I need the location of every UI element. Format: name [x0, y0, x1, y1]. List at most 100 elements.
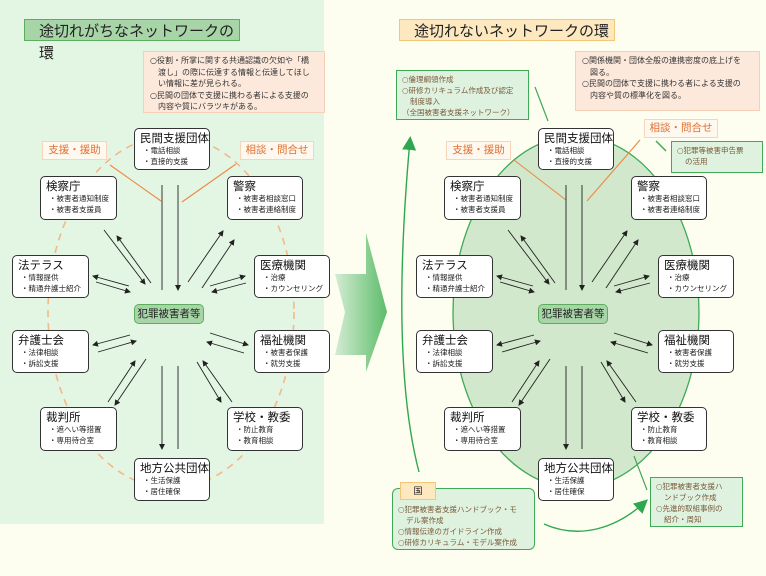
node-item: ・専用待合室	[49, 436, 94, 445]
node-item: ・訴訟支援	[425, 359, 463, 368]
node-name: 裁判所	[450, 410, 485, 424]
left-arrow	[95, 281, 131, 294]
left-node-gakkou: 学校・教委 ・防止教育・教育相談	[227, 407, 303, 451]
right-node-iryou: 医療機関 ・治療・カウンセリング	[658, 255, 734, 298]
left-problem-note: ○役割・所掌に関する共通認識の欠如や「橋 渡し」の際に伝達する情報と伝達してほし…	[143, 51, 325, 113]
node-item: ・遮へい等措置	[49, 425, 102, 434]
node-name: 学校・教委	[637, 410, 695, 424]
note-line: 渡し」の際に伝達する情報と伝達してほし	[158, 67, 310, 77]
node-name: 検察庁	[450, 179, 485, 193]
left-node-fukushi: 福祉機関 ・被害者保護 ・就労支援	[254, 330, 330, 373]
left-arrow	[187, 230, 224, 283]
right-node-keisatsu: 警察 ・被害者相談窓口 ・被害者連絡制度	[631, 176, 707, 220]
left-node-iryou: 医療機関 ・治療 ・カウンセリング	[254, 255, 330, 298]
node-name: 法テラス	[422, 258, 468, 272]
node-name: 裁判所	[46, 410, 81, 424]
node-item: ・教育相談	[236, 436, 274, 445]
node-item: ・被害者支援員	[453, 205, 506, 214]
left-arrow	[114, 358, 147, 406]
left-arrow	[92, 334, 131, 347]
left-consult-label: 相談・問合せ	[240, 141, 314, 160]
node-name: 地方公共団体	[544, 461, 613, 475]
left-node-saibansho: 裁判所 ・遮へい等措置 ・専用待合室	[40, 407, 117, 451]
left-arrow	[206, 340, 245, 354]
node-item: ・被害者相談窓口	[236, 194, 296, 203]
node-item: ・直接的支援	[547, 157, 592, 166]
note-line: 内容や質の標準化を図る。	[590, 90, 686, 100]
node-name: 警察	[637, 179, 660, 193]
node-item: ・精通弁護士紹介	[21, 284, 81, 293]
right-goal-note: ○関係機関・団体全般の連携密度の底上げを 図る。 ○民間の団体で支援に携わる者に…	[575, 51, 760, 111]
node-item: ・電話相談	[143, 146, 181, 155]
left-node-keisatsu: 警察 ・被害者相談窓口 ・被害者連絡制度	[227, 176, 303, 220]
note-line: の活用	[685, 157, 708, 166]
node-name: 弁護士会	[18, 333, 64, 347]
node-item: ・治療	[667, 273, 690, 282]
note-line: ○役割・所掌に関する共通認識の欠如や「橋	[150, 56, 309, 65]
right-node-kensatsu: 検察庁 ・被害者通知制度 ・被害者支援員	[444, 176, 521, 220]
green-curve-arrow-up	[401, 136, 420, 473]
left-node-minkan: 民間支援団体 ・電話相談 ・直接的支援	[134, 128, 210, 170]
note-line: ○犯罪被害者支援ハ	[656, 482, 723, 491]
left-arrow	[116, 235, 152, 284]
note-line: デル案作成	[406, 516, 444, 525]
note-line: ○犯罪等被害申告票	[677, 146, 744, 155]
node-name: 福祉機関	[664, 333, 710, 347]
left-arrow	[97, 339, 137, 353]
note-line: 図る。	[590, 67, 614, 77]
node-item: ・カウンセリング	[667, 284, 727, 293]
note-line: ○研修カリキュラム・モデル案作成	[398, 538, 517, 547]
node-item: ・被害者連絡制度	[640, 205, 700, 214]
note-line: 内容や質にバラツキがある。	[158, 102, 262, 111]
node-item: ・治療	[263, 273, 286, 282]
right-node-houterasu: 法テラス ・情報提供 ・精通弁護士紹介	[416, 255, 493, 298]
node-name: 学校・教委	[233, 410, 291, 424]
node-item: ・遮へい等措置	[453, 425, 506, 434]
node-item: ・居住確保	[547, 487, 585, 496]
right-node-gakkou: 学校・教委 ・防止教育 ・教育相談	[631, 407, 707, 451]
node-name: 地方公共団体	[140, 461, 209, 475]
node-item: ・訴訟支援	[21, 359, 59, 368]
node-item: ・被害者連絡制度	[236, 205, 296, 214]
node-item: ・防止教育	[236, 425, 274, 434]
left-node-chihou: 地方公共団体 ・生活保護 ・居住確保	[134, 458, 210, 501]
national-label: 国	[400, 482, 436, 500]
node-name: 福祉機関	[260, 333, 306, 347]
node-item: ・法律相談	[425, 348, 463, 357]
right-node-fukushi: 福祉機関 ・被害者保護 ・就労支援	[658, 330, 734, 373]
node-item: ・被害者保護	[667, 348, 712, 357]
node-item: ・情報提供	[21, 273, 59, 282]
note-line: 制度導入	[410, 97, 440, 106]
node-item: ・法律相談	[21, 348, 59, 357]
right-node-minkan: 民間支援団体 ・電話相談・直接的支援	[538, 128, 614, 170]
right-victim-center: 犯罪被害者等	[538, 304, 608, 324]
note-line: ○情報伝達のガイドライン作成	[398, 527, 503, 536]
right-consult-label: 相談・問合せ	[644, 119, 718, 138]
left-node-bengoshi: 弁護士会 ・法律相談・訴訟支援	[12, 330, 89, 373]
node-name: 民間支援団体	[544, 131, 613, 145]
note-line: （全国被害者支援ネットワーク）	[402, 108, 515, 117]
network-note: ○倫理綱領作成 ○研修カリキュラム作成及び認定 制度導入 （全国被害者支援ネット…	[396, 70, 529, 120]
right-node-saibansho: 裁判所 ・遮へい等措置 ・専用待合室	[444, 407, 521, 451]
left-victim-center: 犯罪被害者等	[134, 304, 204, 324]
note-line: ○民間の団体で支援に携わる者による支援の	[150, 90, 309, 100]
node-name: 民間支援団体	[140, 131, 209, 145]
node-item: ・被害者通知制度	[49, 194, 109, 203]
left-node-houterasu: 法テラス ・情報提供・精通弁護士紹介	[12, 255, 89, 298]
green-curve-arrow-right	[543, 499, 648, 532]
note-line: ○倫理綱領作成	[402, 75, 454, 84]
left-arrow	[209, 332, 249, 347]
right-support-label: 支援・援助	[446, 141, 511, 160]
node-item: ・就労支援	[667, 359, 705, 368]
left-title: 途切れがちなネットワークの環	[24, 19, 240, 62]
node-item: ・電話相談	[547, 146, 585, 155]
node-item: ・専用待合室	[453, 436, 498, 445]
node-name: 医療機関	[664, 258, 710, 272]
left-support-label: 支援・援助	[42, 141, 107, 160]
node-item: ・被害者相談窓口	[640, 194, 700, 203]
node-name: 法テラス	[18, 258, 64, 272]
node-item: ・就労支援	[263, 359, 301, 368]
node-name: 医療機関	[260, 258, 306, 272]
node-item: ・居住確保	[143, 487, 181, 496]
node-name: 検察庁	[46, 179, 81, 193]
